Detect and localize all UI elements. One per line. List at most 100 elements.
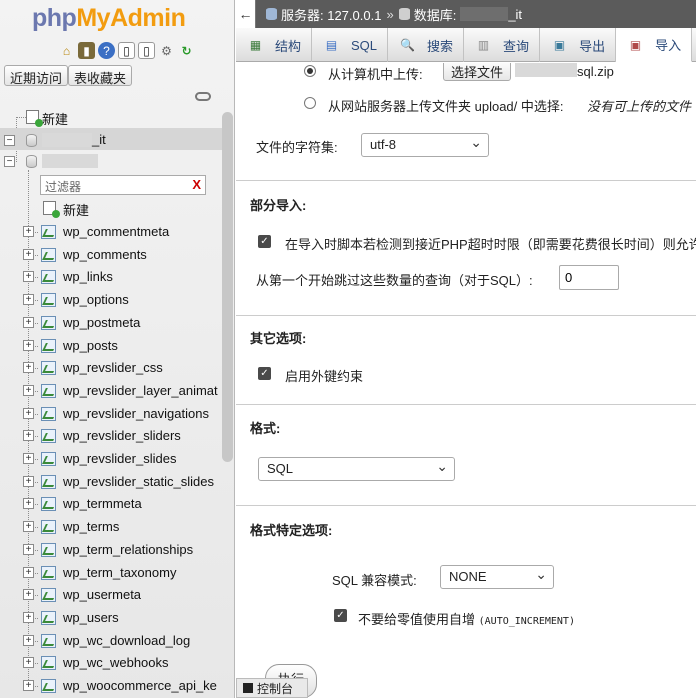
table-name[interactable]: wp_woocommerce_api_ke — [63, 678, 217, 693]
docs-icon[interactable]: ▯ — [118, 42, 135, 59]
table-name[interactable]: wp_term_relationships — [63, 542, 193, 557]
phpmyadmin-logo[interactable]: phpMyAdmin — [32, 4, 186, 33]
table-item[interactable]: + wp_comments — [0, 245, 222, 265]
favorites-button[interactable]: 表收藏夹 — [68, 65, 133, 86]
table-item[interactable]: + wp_woocommerce_api_ke — [0, 676, 222, 696]
charset-select[interactable]: utf-8 — [361, 133, 489, 157]
settings-icon[interactable]: ⚙ — [158, 42, 175, 59]
table-icon[interactable] — [41, 293, 56, 308]
expand-icon[interactable]: + — [23, 430, 34, 442]
table-item[interactable]: + wp_options — [0, 290, 222, 310]
table-item[interactable]: + wp_usermeta — [0, 585, 222, 605]
compat-mode-select[interactable]: NONE — [440, 565, 554, 589]
expand-icon[interactable]: + — [23, 521, 34, 533]
new-database-link[interactable]: 新建 — [42, 109, 68, 128]
table-filter-input[interactable]: 过滤器 X — [40, 175, 206, 195]
table-name[interactable]: wp_revslider_layer_animat — [63, 383, 218, 398]
new-table-link[interactable]: 新建 — [63, 200, 89, 219]
table-name[interactable]: wp_revslider_slides — [63, 451, 176, 466]
table-item[interactable]: + wp_term_relationships — [0, 540, 222, 560]
skip-queries-input[interactable] — [559, 265, 619, 290]
table-item[interactable]: + wp_revslider_css — [0, 358, 222, 378]
table-item[interactable]: + wp_wc_download_log — [0, 631, 222, 651]
expand-icon[interactable]: + — [23, 543, 34, 555]
table-name[interactable]: wp_revslider_static_slides — [63, 474, 214, 489]
expand-icon[interactable]: + — [23, 634, 34, 646]
expand-icon[interactable]: + — [23, 475, 34, 487]
tab-structure[interactable]: ▦ 结构 — [236, 28, 313, 62]
expand-icon[interactable]: + — [23, 589, 34, 601]
table-icon[interactable] — [41, 497, 56, 512]
tab-search[interactable]: 🔍 搜索 — [388, 28, 465, 62]
table-name[interactable]: wp_termmeta — [63, 496, 142, 511]
table-name[interactable]: wp_wc_webhooks — [63, 655, 169, 670]
table-item[interactable]: + wp_links — [0, 267, 222, 287]
table-icon[interactable] — [41, 542, 56, 557]
table-item[interactable]: + wp_termmeta — [0, 494, 222, 514]
tab-sql[interactable]: ▤ SQL — [312, 28, 389, 62]
table-icon[interactable] — [41, 474, 56, 489]
table-icon[interactable] — [41, 225, 56, 239]
expand-icon[interactable]: − — [4, 135, 15, 146]
table-name[interactable]: wp_wc_download_log — [63, 633, 190, 648]
expand-icon[interactable]: + — [23, 453, 34, 464]
expand-icon[interactable]: + — [23, 611, 34, 623]
link-icon[interactable] — [195, 92, 211, 101]
expand-icon[interactable]: + — [23, 339, 34, 351]
breadcrumb-database-suffix[interactable]: _it — [508, 7, 522, 22]
sql-docs-icon[interactable]: ▯ — [138, 42, 155, 59]
table-item[interactable]: + wp_postmeta — [0, 313, 222, 333]
table-icon[interactable] — [41, 315, 56, 330]
expand-icon[interactable]: + — [23, 316, 34, 328]
table-item[interactable]: + wp_revslider_sliders — [0, 426, 222, 446]
collapse-icon[interactable]: − — [4, 156, 15, 167]
server-upload-radio[interactable] — [304, 97, 316, 109]
expand-icon[interactable]: + — [23, 680, 34, 691]
table-icon[interactable] — [41, 270, 56, 285]
timeout-checkbox[interactable]: ✓ — [258, 235, 271, 248]
expand-icon[interactable]: + — [23, 384, 34, 396]
table-item[interactable]: + wp_revslider_slides — [0, 449, 222, 469]
table-name[interactable]: wp_usermeta — [63, 587, 141, 602]
table-icon[interactable] — [41, 633, 56, 648]
table-name[interactable]: wp_terms — [63, 519, 119, 534]
home-icon[interactable]: ⌂ — [58, 42, 75, 59]
tab-export[interactable]: ▣ 导出 — [540, 28, 617, 62]
tab-query[interactable]: ▥ 查询 — [464, 28, 541, 62]
table-icon[interactable] — [41, 429, 56, 444]
table-icon[interactable] — [41, 610, 56, 625]
expand-icon[interactable]: + — [23, 498, 34, 510]
table-name[interactable]: wp_commentmeta — [63, 224, 169, 239]
table-icon[interactable] — [41, 565, 56, 580]
format-select[interactable]: SQL — [258, 457, 455, 481]
table-name[interactable]: wp_term_taxonomy — [63, 565, 176, 580]
table-item[interactable]: + wp_wc_webhooks — [0, 653, 222, 673]
table-item[interactable]: + wp_revslider_navigations — [0, 404, 222, 424]
table-icon[interactable] — [41, 520, 56, 535]
table-icon[interactable] — [41, 406, 56, 421]
recent-button[interactable]: 近期访问 — [4, 65, 69, 86]
clear-filter-icon[interactable]: X — [192, 177, 201, 192]
table-icon[interactable] — [41, 452, 56, 466]
table-name[interactable]: wp_revslider_sliders — [63, 428, 181, 443]
expand-icon[interactable]: + — [23, 294, 34, 306]
expand-icon[interactable]: + — [23, 657, 34, 669]
expand-icon[interactable]: + — [23, 362, 34, 374]
expand-icon[interactable]: + — [23, 407, 34, 419]
expand-icon[interactable]: + — [23, 566, 34, 578]
expand-icon[interactable]: + — [23, 271, 34, 283]
table-item[interactable]: + wp_commentmeta — [0, 222, 222, 242]
auto-increment-checkbox[interactable]: ✓ — [334, 609, 347, 622]
help-icon[interactable]: ? — [98, 42, 115, 59]
expand-icon[interactable]: + — [23, 248, 34, 260]
table-name[interactable]: wp_links — [63, 269, 113, 284]
navigation-scrollbar[interactable] — [222, 112, 233, 462]
console-toggle[interactable]: 控制台 — [236, 678, 308, 698]
collapse-nav-icon[interactable]: ← — [236, 0, 256, 28]
table-name[interactable]: wp_options — [63, 292, 129, 307]
table-icon[interactable] — [41, 247, 56, 262]
database-name[interactable]: _it — [92, 132, 106, 147]
table-name[interactable]: wp_posts — [63, 338, 118, 353]
expand-icon[interactable]: + — [23, 226, 34, 237]
table-name[interactable]: wp_users — [63, 610, 119, 625]
